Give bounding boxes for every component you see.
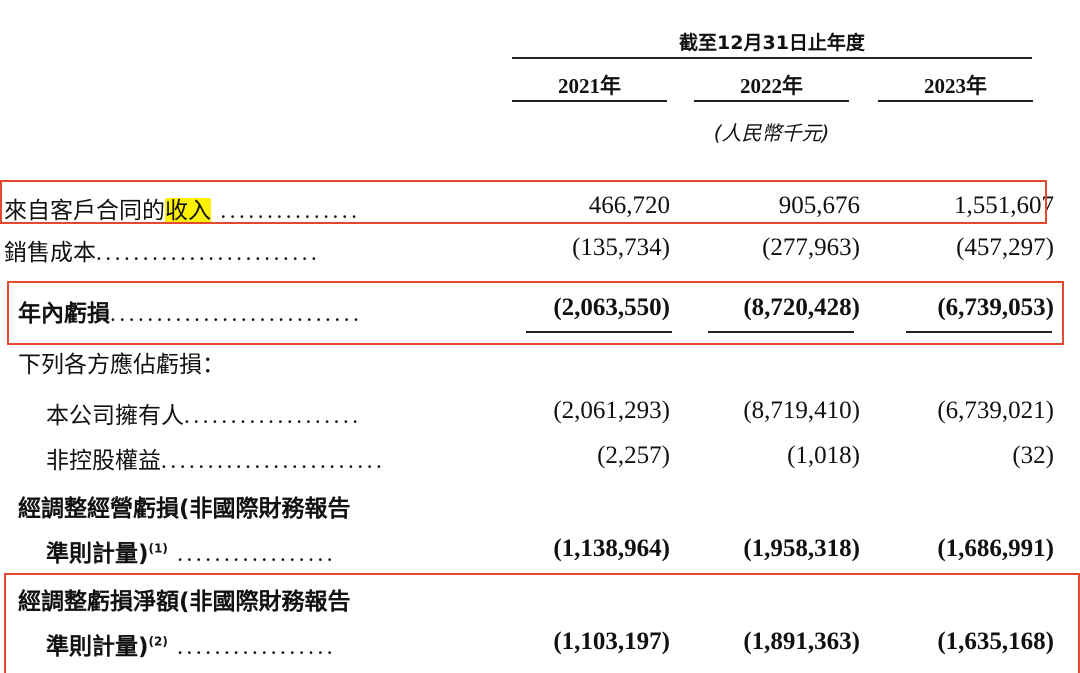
cost-2023: (457,297) <box>956 234 1054 261</box>
year-2021-underline <box>512 100 667 102</box>
cost-2021: (135,734) <box>572 234 670 261</box>
period-underline <box>512 57 1032 59</box>
adj-op-loss-2023: (1,686,991) <box>937 535 1054 562</box>
adj-operating-loss-label-line2: 準則計量)(1) ................. <box>46 541 337 567</box>
nci-2022: (1,018) <box>787 442 860 469</box>
year-2022-underline <box>694 100 849 102</box>
attributable-label: 下列各方應佔虧損： <box>18 352 225 378</box>
year-2023-header: 2023年 <box>924 74 987 98</box>
adj-op-loss-2021: (1,138,964) <box>553 535 670 562</box>
owners-label: 本公司擁有人................... <box>46 403 362 429</box>
period-header: 截至12月31日止年度 <box>679 32 865 54</box>
loss-highlight-box <box>7 281 1064 345</box>
revenue-highlight-box <box>0 180 1047 224</box>
nci-label: 非控股權益........................ <box>46 448 386 474</box>
adj-operating-loss-label-line1: 經調整經營虧損(非國際財務報告 <box>18 496 351 522</box>
footnote-1: (1) <box>148 541 168 556</box>
adj-op-loss-2022: (1,958,318) <box>743 535 860 562</box>
adj-net-loss-highlight-box <box>4 573 1080 673</box>
owners-2022: (8,719,410) <box>743 397 860 424</box>
owners-2023: (6,739,021) <box>937 397 1054 424</box>
nci-2021: (2,257) <box>597 442 670 469</box>
year-2021-header: 2021年 <box>558 74 621 98</box>
cost-2022: (277,963) <box>762 234 860 261</box>
nci-2023: (32) <box>1012 442 1054 469</box>
cost-of-sales-label: 銷售成本........................ <box>4 240 321 266</box>
unit-label: (人民幣千元) <box>713 121 830 145</box>
year-2023-underline <box>878 100 1033 102</box>
year-2022-header: 2022年 <box>740 74 803 98</box>
owners-2021: (2,061,293) <box>553 397 670 424</box>
